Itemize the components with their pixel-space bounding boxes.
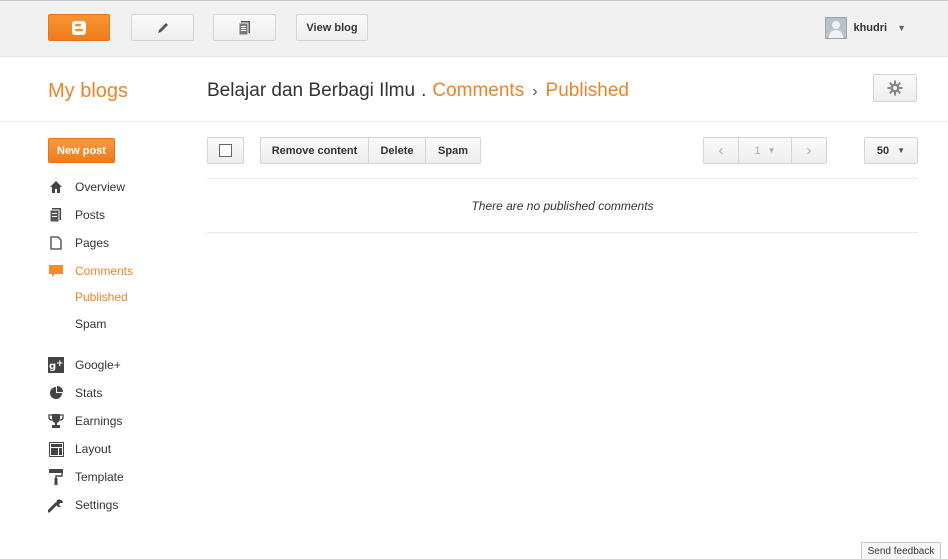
trophy-icon — [48, 413, 64, 429]
list-top-divider — [207, 178, 918, 179]
page-select[interactable]: 1 ▼ — [738, 137, 792, 164]
chevron-down-icon: ▼ — [897, 22, 906, 33]
account-menu[interactable]: khudri ▼ — [825, 14, 906, 41]
sidebar-subitem-spam[interactable]: Spam — [75, 315, 106, 333]
sidebar-item-settings[interactable]: Settings — [48, 496, 118, 514]
chevron-down-icon: ▼ — [897, 146, 906, 155]
new-post-button[interactable]: New post — [48, 138, 115, 163]
sidebar-item-comments[interactable]: Comments — [48, 262, 133, 280]
blog-name[interactable]: Belajar dan Berbagi Ilmu — [207, 80, 415, 101]
breadcrumb-comments[interactable]: Comments — [432, 80, 524, 101]
svg-text:+: + — [56, 359, 64, 369]
sidebar-item-label: Stats — [75, 386, 103, 400]
next-page-button[interactable]: › — [791, 137, 827, 164]
sidebar-item-overview[interactable]: Overview — [48, 178, 125, 196]
top-bar: View blog khudri ▼ — [0, 0, 948, 57]
posts-list-button[interactable] — [213, 14, 276, 41]
sidebar-item-pages[interactable]: Pages — [48, 234, 109, 252]
sidebar-item-label: Earnings — [75, 414, 123, 428]
remove-content-button[interactable]: Remove content — [260, 137, 369, 164]
sidebar-item-label: Google+ — [75, 358, 121, 372]
send-feedback-button[interactable]: Send feedback — [861, 542, 941, 559]
page-number: 1 — [754, 144, 761, 157]
settings-gear-button[interactable] — [873, 74, 917, 102]
chevron-left-icon: ‹ — [718, 142, 724, 159]
sidebar-item-label: Layout — [75, 442, 112, 456]
breadcrumb-dot: . — [421, 80, 427, 101]
sidebar-item-label: Overview — [75, 180, 126, 194]
gear-icon — [887, 80, 903, 96]
blogger-icon — [72, 20, 86, 35]
home-icon — [48, 179, 64, 195]
sidebar-item-label: Template — [75, 470, 124, 484]
per-page-select[interactable]: 50 ▼ — [864, 137, 918, 164]
new-post-pencil-button[interactable] — [131, 14, 194, 41]
sidebar-item-template[interactable]: Template — [48, 468, 124, 486]
delete-button[interactable]: Delete — [368, 137, 426, 164]
sidebar-item-stats[interactable]: Stats — [48, 384, 102, 402]
empty-state-message: There are no published comments — [471, 199, 654, 213]
blogger-logo-button[interactable] — [48, 14, 110, 41]
chevron-right-icon: › — [806, 142, 812, 159]
per-page-value: 50 — [876, 144, 890, 157]
header-divider — [0, 121, 948, 122]
my-blogs-link[interactable]: My blogs — [48, 80, 128, 103]
posts-icon — [238, 20, 250, 35]
previous-page-button[interactable]: ‹ — [703, 137, 739, 164]
comment-icon — [48, 263, 64, 279]
sidebar-item-google-plus[interactable]: g + Google+ — [48, 356, 121, 374]
breadcrumb: Belajar dan Berbagi Ilmu. Comments › Publis… — [207, 80, 629, 102]
layout-icon — [48, 441, 64, 457]
posts-icon — [48, 207, 64, 223]
sidebar-item-posts[interactable]: Posts — [48, 206, 105, 224]
paint-roller-icon — [48, 469, 64, 485]
breadcrumb-separator: › — [532, 83, 538, 100]
chevron-down-icon: ▼ — [767, 146, 776, 155]
pencil-icon — [157, 22, 168, 33]
sidebar-item-layout[interactable]: Layout — [48, 440, 111, 458]
pages-icon — [48, 235, 64, 251]
select-all-checkbox[interactable] — [207, 137, 244, 164]
sidebar-subitem-published[interactable]: Published — [75, 288, 128, 306]
breadcrumb-published: Published — [545, 80, 629, 101]
account-name: khudri — [853, 21, 888, 34]
list-bottom-divider — [207, 232, 918, 233]
stats-icon — [48, 385, 64, 401]
sidebar-item-label: Posts — [75, 208, 106, 222]
sidebar-item-earnings[interactable]: Earnings — [48, 412, 122, 430]
spam-button[interactable]: Spam — [425, 137, 481, 164]
wrench-icon — [48, 497, 64, 513]
avatar — [825, 16, 848, 39]
checkbox-square — [219, 144, 232, 157]
sidebar-item-label: Settings — [75, 498, 119, 512]
sidebar-item-label: Comments — [75, 264, 134, 278]
view-blog-button[interactable]: View blog — [296, 14, 368, 41]
sidebar-item-label: Pages — [75, 236, 110, 250]
google-plus-icon: g + — [48, 357, 64, 373]
